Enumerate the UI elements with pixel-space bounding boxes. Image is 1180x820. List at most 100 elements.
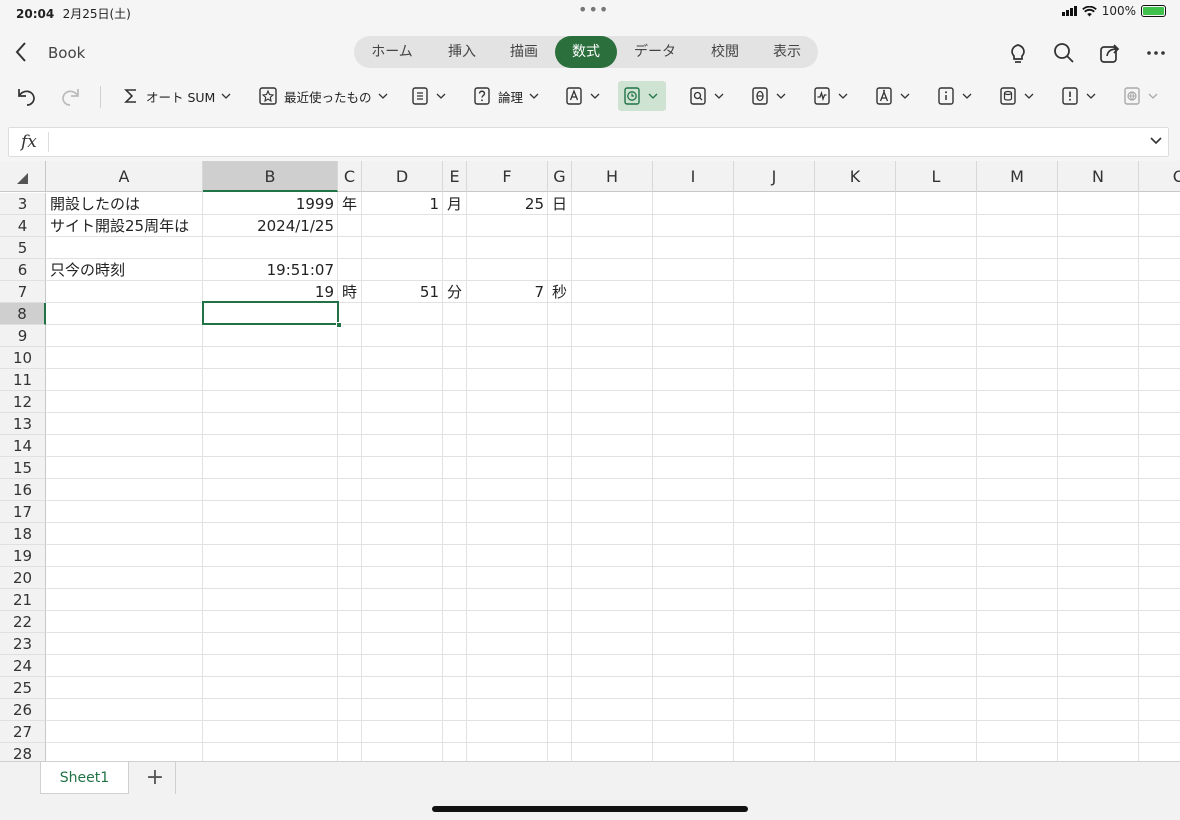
row-header[interactable]: 18 xyxy=(0,523,46,545)
undo-button[interactable] xyxy=(10,82,42,110)
spreadsheet-grid[interactable]: ABCDEFGHIJKLMNO 3 4 5 6 7 8 9 10 11 12 13 14 15 16 17 1… xyxy=(0,161,1180,761)
cell-f7[interactable]: 7 xyxy=(467,281,547,303)
column-header[interactable]: D xyxy=(362,161,443,192)
column-header[interactable]: O xyxy=(1139,161,1180,192)
row-header[interactable]: 14 xyxy=(0,435,46,457)
redo-button[interactable] xyxy=(55,82,87,110)
tab-insert[interactable]: 挿入 xyxy=(430,36,494,68)
column-header[interactable]: B xyxy=(203,161,338,192)
column-header[interactable]: G xyxy=(548,161,572,192)
back-icon[interactable] xyxy=(12,40,32,64)
row-header[interactable]: 25 xyxy=(0,677,46,699)
statistical-button[interactable] xyxy=(808,82,852,110)
column-header[interactable]: C xyxy=(338,161,362,192)
cell-e3[interactable]: 月 xyxy=(443,193,466,215)
select-all-corner[interactable] xyxy=(0,161,46,192)
formula-bar[interactable]: fx xyxy=(8,127,1169,157)
cell-c3[interactable]: 年 xyxy=(338,193,361,215)
column-header[interactable]: F xyxy=(467,161,548,192)
row-header[interactable]: 28 xyxy=(0,743,46,761)
row-header[interactable]: 12 xyxy=(0,391,46,413)
logical-button[interactable]: 論理 xyxy=(468,82,543,110)
chevron-down-icon xyxy=(900,93,910,99)
tab-draw[interactable]: 描画 xyxy=(494,36,554,68)
row-header[interactable]: 7 xyxy=(0,281,46,303)
search-icon[interactable] xyxy=(1052,41,1076,65)
math-trig-button[interactable] xyxy=(746,82,790,110)
cell-g3[interactable]: 日 xyxy=(548,193,571,215)
autosum-button[interactable]: オート SUM xyxy=(118,82,235,110)
cell-b7[interactable]: 19 xyxy=(203,281,337,303)
row-header[interactable]: 23 xyxy=(0,633,46,655)
column-header[interactable]: E xyxy=(443,161,467,192)
date-time-button[interactable] xyxy=(618,81,666,111)
chevron-down-icon xyxy=(378,93,387,99)
text-functions-button[interactable] xyxy=(560,82,604,110)
tab-review[interactable]: 校閲 xyxy=(692,36,758,68)
row-header[interactable]: 27 xyxy=(0,721,46,743)
database-button[interactable] xyxy=(994,82,1038,110)
column-header[interactable]: K xyxy=(815,161,896,192)
cell-a3[interactable]: 開設したのは xyxy=(46,193,202,215)
row-header[interactable]: 3 xyxy=(0,193,46,215)
expand-formula-icon[interactable] xyxy=(1150,137,1162,145)
engineering-button[interactable] xyxy=(870,82,914,110)
row-header[interactable]: 15 xyxy=(0,457,46,479)
cell-b6[interactable]: 19:51:07 xyxy=(203,259,337,281)
cell-c7[interactable]: 時 xyxy=(338,281,361,303)
row-header[interactable]: 26 xyxy=(0,699,46,721)
column-header[interactable]: L xyxy=(896,161,977,192)
recently-used-button[interactable]: 最近使ったもの xyxy=(254,82,392,110)
row-header[interactable]: 9 xyxy=(0,325,46,347)
row-header[interactable]: 24 xyxy=(0,655,46,677)
financial-button[interactable] xyxy=(406,82,450,110)
row-header[interactable]: 16 xyxy=(0,479,46,501)
column-header[interactable]: M xyxy=(977,161,1058,192)
row-header[interactable]: 20 xyxy=(0,567,46,589)
row-header[interactable]: 21 xyxy=(0,589,46,611)
share-icon[interactable] xyxy=(1098,41,1122,65)
column-header[interactable]: A xyxy=(46,161,203,192)
active-cell-border[interactable] xyxy=(202,301,339,325)
row-header[interactable]: 17 xyxy=(0,501,46,523)
ribbon-divider xyxy=(100,86,101,108)
sheet-tab-sheet1[interactable]: Sheet1 xyxy=(40,762,129,794)
column-header[interactable]: N xyxy=(1058,161,1139,192)
column-header[interactable]: I xyxy=(653,161,734,192)
tab-data[interactable]: データ xyxy=(622,36,688,68)
row-gridline xyxy=(46,346,1180,347)
lightbulb-icon[interactable] xyxy=(1006,41,1030,65)
column-header[interactable]: H xyxy=(572,161,653,192)
tab-formulas[interactable]: 数式 xyxy=(555,36,617,68)
tab-view[interactable]: 表示 xyxy=(758,36,816,68)
row-header[interactable]: 10 xyxy=(0,347,46,369)
row-header[interactable]: 6 xyxy=(0,259,46,281)
cell-a4[interactable]: サイト開設25周年は xyxy=(46,215,202,237)
cell-e7[interactable]: 分 xyxy=(443,281,466,303)
row-header[interactable]: 8 xyxy=(0,303,46,325)
cell-a6[interactable]: 只今の時刻 xyxy=(46,259,202,281)
add-sheet-button[interactable]: + xyxy=(140,764,170,792)
cell-d7[interactable]: 51 xyxy=(362,281,442,303)
cell-d3[interactable]: 1 xyxy=(362,193,442,215)
cell-g7[interactable]: 秒 xyxy=(548,281,571,303)
row-header[interactable]: 5 xyxy=(0,237,46,259)
book-title[interactable]: Book xyxy=(48,44,85,62)
row-header[interactable]: 11 xyxy=(0,369,46,391)
row-header[interactable]: 19 xyxy=(0,545,46,567)
lookup-button[interactable] xyxy=(684,82,728,110)
fill-handle[interactable] xyxy=(336,322,342,328)
compatibility-button[interactable] xyxy=(1056,82,1100,110)
home-indicator[interactable] xyxy=(432,806,748,812)
column-header[interactable]: J xyxy=(734,161,815,192)
cell-b3[interactable]: 1999 xyxy=(203,193,337,215)
row-header[interactable]: 4 xyxy=(0,215,46,237)
information-button[interactable] xyxy=(932,82,976,110)
cell-f3[interactable]: 25 xyxy=(467,193,547,215)
row-header[interactable]: 13 xyxy=(0,413,46,435)
more-icon[interactable] xyxy=(1144,41,1168,65)
row-header[interactable]: 22 xyxy=(0,611,46,633)
tab-home[interactable]: ホーム xyxy=(358,36,426,68)
cell-b4[interactable]: 2024/1/25 xyxy=(203,215,337,237)
multitasking-dots[interactable]: ••• xyxy=(578,0,609,19)
